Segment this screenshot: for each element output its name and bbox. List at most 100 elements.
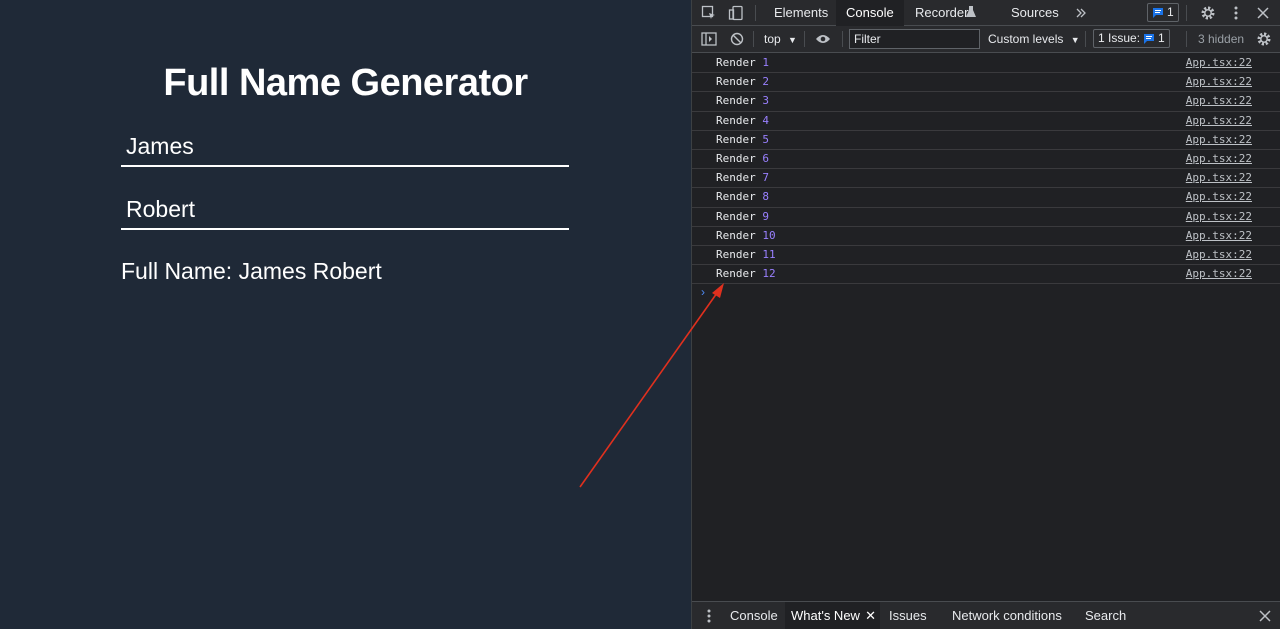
- log-message: Render 9: [716, 208, 769, 226]
- console-log-row: Render 10 App.tsx:22: [692, 227, 1280, 246]
- devtools-tabbar: Elements Console Recorder Sources 1: [692, 0, 1280, 26]
- log-number: 4: [762, 113, 769, 127]
- app-panel: Full Name Generator Full Name: James Rob…: [0, 0, 691, 629]
- console-log-row: Render 1 App.tsx:22: [692, 54, 1280, 74]
- log-number: 2: [762, 75, 769, 89]
- toolbar-divider: [753, 31, 754, 47]
- log-message: Render 8: [716, 188, 769, 206]
- console-log-row: Render 2 App.tsx:22: [692, 73, 1280, 93]
- log-levels-label: Custom levels: [988, 32, 1064, 46]
- page-title: Full Name Generator: [163, 62, 528, 104]
- log-text: Render: [716, 151, 756, 165]
- log-levels-dropdown[interactable]: Custom levels ▼: [988, 26, 1080, 53]
- log-text: Render: [716, 56, 756, 69]
- eye-icon[interactable]: [814, 30, 832, 48]
- console-log-row: Render 12 App.tsx:22: [692, 265, 1280, 285]
- drawer-tab-issues[interactable]: Issues: [889, 602, 927, 629]
- device-toolbar-icon[interactable]: [727, 4, 745, 22]
- close-icon[interactable]: ✕: [865, 602, 876, 629]
- console-log-row: Render 4 App.tsx:22: [692, 112, 1280, 131]
- log-message: Render 11: [716, 246, 776, 264]
- log-source-link[interactable]: App.tsx:22: [1186, 131, 1252, 149]
- log-number: 7: [762, 171, 769, 185]
- drawer-tab-label: What's New: [791, 608, 860, 623]
- drawer-tab-console[interactable]: Console: [730, 602, 778, 629]
- toolbar-divider: [755, 5, 756, 21]
- log-text: Render: [716, 190, 756, 204]
- drawer-menu-icon[interactable]: [700, 607, 718, 625]
- log-number: 12: [762, 267, 776, 281]
- toolbar-divider: [1085, 31, 1086, 47]
- log-message: Render 12: [716, 265, 776, 283]
- console-log-row: Render 11 App.tsx:22: [692, 246, 1280, 266]
- close-icon[interactable]: [1254, 4, 1272, 22]
- console-settings-gear-icon[interactable]: [1255, 30, 1273, 48]
- log-source-link[interactable]: App.tsx:22: [1186, 188, 1252, 206]
- drawer-tab-network-conditions[interactable]: Network conditions: [952, 602, 1062, 629]
- log-message: Render 5: [716, 131, 769, 149]
- log-source-link[interactable]: App.tsx:22: [1186, 227, 1252, 245]
- drawer-tabbar: Console What's New ✕ Issues Network cond…: [692, 601, 1280, 629]
- log-message: Render 2: [716, 73, 769, 91]
- last-name-input[interactable]: [121, 190, 569, 230]
- messages-badge[interactable]: 1: [1147, 3, 1179, 22]
- chevron-double-right-icon[interactable]: [1072, 4, 1090, 22]
- console-prompt-icon[interactable]: ›: [701, 285, 705, 299]
- tab-console[interactable]: Console: [836, 0, 904, 26]
- log-number: 9: [762, 209, 769, 223]
- log-source-link[interactable]: App.tsx:22: [1186, 150, 1252, 168]
- log-number: 5: [762, 132, 769, 146]
- log-number: 6: [762, 151, 769, 165]
- log-text: Render: [716, 113, 756, 127]
- log-source-link[interactable]: App.tsx:22: [1186, 112, 1252, 130]
- message-icon: [1144, 33, 1155, 44]
- console-log-row: Render 8 App.tsx:22: [692, 188, 1280, 208]
- log-source-link[interactable]: App.tsx:22: [1186, 169, 1252, 187]
- console-output: Render 1 App.tsx:22 Render 2 App.tsx:22 Rend…: [692, 54, 1280, 285]
- log-message: Render 4: [716, 112, 769, 130]
- log-message: Render 3: [716, 92, 769, 110]
- issues-label: 1 Issue:: [1098, 31, 1141, 45]
- console-log-row: Render 7 App.tsx:22: [692, 169, 1280, 189]
- log-message: Render 1: [716, 54, 769, 72]
- inspect-element-icon[interactable]: [700, 4, 718, 22]
- log-source-link[interactable]: App.tsx:22: [1186, 92, 1252, 110]
- log-text: Render: [716, 171, 756, 185]
- more-vertical-icon[interactable]: [1227, 4, 1245, 22]
- context-label: top: [764, 32, 781, 46]
- log-source-link[interactable]: App.tsx:22: [1186, 54, 1252, 72]
- log-text: Render: [716, 247, 756, 261]
- log-number: 1: [762, 56, 769, 69]
- gear-icon[interactable]: [1199, 4, 1217, 22]
- dropdown-arrow-icon: ▼: [788, 35, 797, 45]
- dropdown-arrow-icon: ▼: [1070, 35, 1080, 45]
- log-text: Render: [716, 94, 756, 108]
- tab-recorder[interactable]: Recorder: [905, 0, 972, 26]
- tab-elements[interactable]: Elements: [764, 0, 838, 26]
- log-number: 10: [762, 228, 776, 242]
- drawer-tab-whats-new[interactable]: What's New ✕: [785, 602, 880, 629]
- log-text: Render: [716, 209, 756, 223]
- filter-input[interactable]: [849, 29, 980, 49]
- tab-sources[interactable]: Sources: [1001, 0, 1069, 26]
- drawer-tab-search[interactable]: Search: [1085, 602, 1126, 629]
- log-text: Render: [716, 267, 756, 281]
- clear-console-icon[interactable]: [728, 30, 746, 48]
- context-selector[interactable]: top ▼: [764, 26, 797, 53]
- toolbar-divider: [1186, 31, 1187, 47]
- log-number: 11: [762, 247, 776, 261]
- issues-button[interactable]: 1 Issue: 1: [1093, 29, 1170, 48]
- log-source-link[interactable]: App.tsx:22: [1186, 208, 1252, 226]
- toolbar-divider: [842, 31, 843, 47]
- first-name-input[interactable]: [121, 127, 569, 167]
- hidden-count: 3 hidden: [1198, 32, 1245, 46]
- sidebar-toggle-icon[interactable]: [700, 30, 718, 48]
- log-message: Render 7: [716, 169, 769, 187]
- log-source-link[interactable]: App.tsx:22: [1186, 246, 1252, 264]
- log-number: 3: [762, 94, 769, 108]
- log-source-link[interactable]: App.tsx:22: [1186, 73, 1252, 91]
- log-message: Render 6: [716, 150, 769, 168]
- close-drawer-icon[interactable]: [1256, 607, 1274, 625]
- log-source-link[interactable]: App.tsx:22: [1186, 265, 1252, 283]
- log-text: Render: [716, 228, 756, 242]
